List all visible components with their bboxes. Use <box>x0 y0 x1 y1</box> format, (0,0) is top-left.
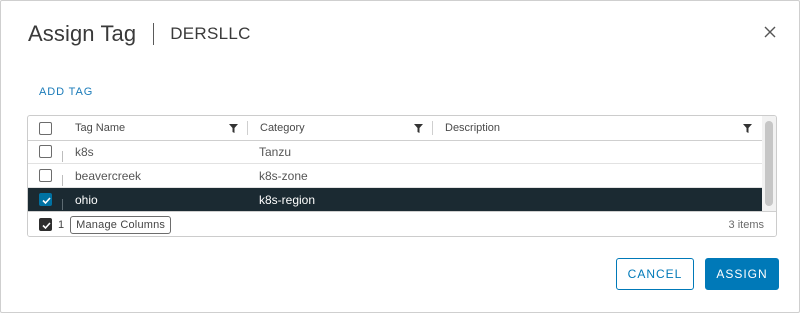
column-header-description[interactable]: Description <box>433 116 762 140</box>
selected-count: 1 <box>58 218 65 231</box>
column-label: Description <box>445 122 501 134</box>
tag-name-cell: beavercreek <box>75 168 142 183</box>
cell-divider <box>62 199 63 210</box>
dialog-title: Assign Tag <box>28 21 137 46</box>
table-row-selected[interactable]: ohio k8s-region <box>28 188 762 212</box>
close-icon[interactable] <box>762 24 778 40</box>
dialog-subtitle: DERSLLC <box>170 24 251 43</box>
scrollbar-thumb[interactable] <box>765 121 773 206</box>
filter-icon[interactable] <box>743 124 752 133</box>
grid-header: Tag Name Category Description <box>28 116 762 141</box>
category-cell: Tanzu <box>259 144 292 159</box>
row-select-cell <box>28 169 63 186</box>
select-all-checkbox[interactable] <box>39 121 52 135</box>
assign-button[interactable]: ASSIGN <box>705 258 779 290</box>
column-label: Tag Name <box>75 122 126 134</box>
table-row[interactable]: k8s Tanzu <box>28 140 762 164</box>
column-header-tag-name[interactable]: Tag Name <box>63 116 248 140</box>
filter-icon[interactable] <box>414 124 423 133</box>
table-row[interactable]: beavercreek k8s-zone <box>28 164 762 188</box>
filter-icon[interactable] <box>229 124 238 133</box>
item-count: 3 items <box>728 218 764 231</box>
select-all-cell <box>28 116 63 140</box>
dialog-header: Assign Tag DERSLLC <box>28 21 251 47</box>
row-checkbox[interactable] <box>39 145 52 158</box>
assign-tag-dialog: Assign Tag DERSLLC ADD TAG Tag Name Cate… <box>0 0 800 313</box>
tag-name-cell: ohio <box>75 192 98 207</box>
row-checkbox[interactable] <box>39 169 52 182</box>
column-label: Category <box>260 122 305 134</box>
checkmark-icon <box>42 197 51 205</box>
vertical-scrollbar[interactable] <box>762 116 776 211</box>
checkmark-icon <box>42 222 51 230</box>
row-checkbox-checked[interactable] <box>39 193 52 206</box>
cell-divider <box>62 175 63 186</box>
row-select-cell <box>28 145 63 162</box>
category-cell: k8s-region <box>259 192 316 207</box>
add-tag-link[interactable]: ADD TAG <box>39 86 93 98</box>
cell-divider <box>62 151 63 162</box>
tag-grid: Tag Name Category Description k8s Tanzu … <box>27 115 777 237</box>
tag-name-cell: k8s <box>75 144 94 159</box>
title-separator <box>153 23 155 45</box>
cancel-button[interactable]: CANCEL <box>616 258 694 290</box>
category-cell: k8s-zone <box>259 168 308 183</box>
column-header-category[interactable]: Category <box>248 116 433 140</box>
row-select-cell <box>28 193 63 210</box>
grid-footer: 1 Manage Columns 3 items <box>28 211 776 236</box>
manage-columns-button[interactable]: Manage Columns <box>70 215 172 234</box>
selection-indicator-checkbox[interactable] <box>39 218 52 231</box>
